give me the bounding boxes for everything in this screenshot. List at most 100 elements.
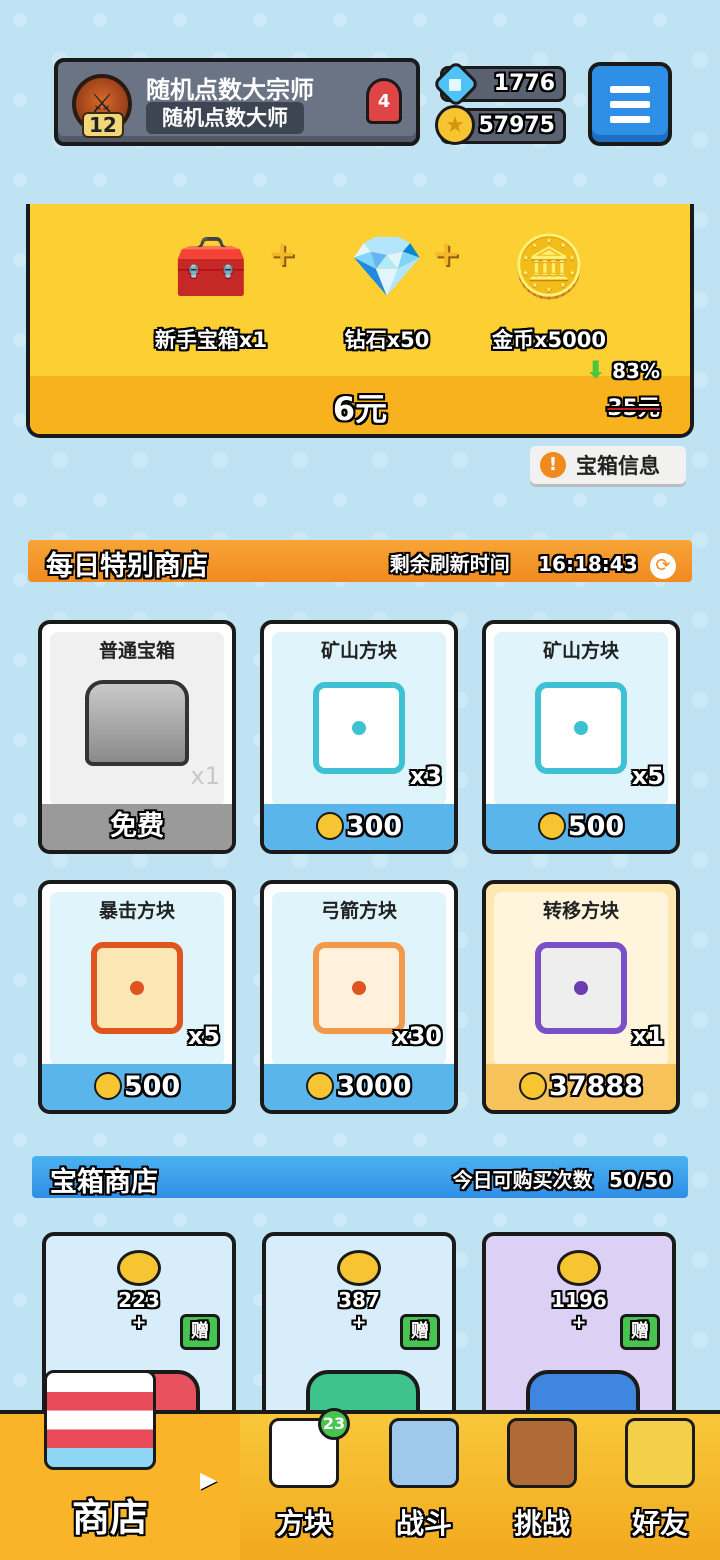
shop-card-crit-dice[interactable]: 暴击方块 x5 500 [38, 880, 236, 1114]
bottom-nav: 商店 ▶ 23 方块 战斗 挑战 好友 [0, 1370, 720, 1560]
mine-dice-icon [535, 682, 627, 774]
player-rank: 随机点数大师 [146, 102, 304, 134]
refresh-icon[interactable]: ⟳ [650, 552, 676, 579]
nav-tab-friends[interactable]: 好友 [600, 1414, 720, 1560]
card-price: 免费 [42, 804, 232, 850]
card-price-bar: 3000 [264, 1064, 454, 1110]
notification-badge: 23 [318, 1408, 350, 1440]
crit-dice-icon [91, 942, 183, 1034]
starter-pack-offer[interactable]: 🧰 新手宝箱x1 + 💎 钻石x50 + 🪙 金币x5000 6元 ⬇ 83% … [26, 204, 694, 438]
card-qty: x1 [631, 1022, 664, 1050]
hamburger-icon-line [610, 115, 650, 123]
shop-card-mine-dice-5[interactable]: 矿山方块 x5 500 [482, 620, 680, 854]
original-price: 35元 [607, 396, 660, 421]
card-qty: x1 [190, 762, 220, 790]
card-name: 弓箭方块 [320, 900, 397, 922]
pack-price: 6元 [332, 390, 388, 428]
pack-price-bar[interactable]: 6元 [30, 376, 690, 434]
level-badge: 12 [82, 112, 124, 138]
nav-label: 方块 [275, 1507, 332, 1540]
refresh-timer: 剩余刷新时间 16:18:43 ⟳ [390, 548, 676, 579]
chest-info-label: 宝箱信息 [576, 454, 660, 478]
card-qty: x5 [631, 762, 664, 790]
card-price: 300 [345, 811, 403, 842]
coin-amount: 57975 [478, 113, 555, 138]
gem-amount: 1776 [493, 71, 555, 96]
sword-shield-icon [389, 1418, 459, 1488]
refresh-label: 剩余刷新时间 [389, 552, 510, 576]
gift-badge: 赠 [180, 1314, 220, 1350]
chest-shop-header: 宝箱商店 今日可购买次数 50/50 [32, 1156, 688, 1198]
shop-card-arrow-dice[interactable]: 弓箭方块 x30 3000 [260, 880, 458, 1114]
gem-counter[interactable]: ◆ 1776 [431, 59, 566, 109]
card-price: 3000 [336, 1071, 412, 1102]
transfer-dice-icon [535, 942, 627, 1034]
coin-pile-icon [117, 1250, 161, 1286]
plus-icon: + [432, 234, 461, 274]
chest-shop-card[interactable]: 1196 + 赠 [482, 1232, 676, 1432]
profile-card[interactable]: ⚔ 12 随机点数大宗师 随机点数大师 4 [54, 58, 420, 146]
card-price: 500 [567, 811, 625, 842]
shop-card-transfer-dice[interactable]: 转移方块 x1 37888 [482, 880, 680, 1114]
purchases-label: 今日可购买次数 [452, 1168, 593, 1192]
coin-icon [93, 1071, 122, 1100]
card-name: 普通宝箱 [98, 640, 175, 662]
card-price-bar: 500 [486, 804, 676, 850]
coin-pile-icon: 🪙 [511, 231, 587, 302]
nav-label: 挑战 [513, 1507, 570, 1540]
coin-icon [537, 811, 566, 840]
gift-badge: 赠 [620, 1314, 660, 1350]
card-price-bar: 300 [264, 804, 454, 850]
coin-icon [315, 811, 344, 840]
chest-shop-card[interactable]: 387 + 赠 [262, 1232, 456, 1432]
pack-item-coins: 🪙 金币x5000 [474, 214, 624, 354]
nav-tab-dice[interactable]: 23 方块 [244, 1408, 364, 1560]
card-price: 37888 [549, 1071, 643, 1102]
pack-item-label: 金币x5000 [492, 328, 606, 352]
shop-card-mine-dice-3[interactable]: 矿山方块 x3 300 [260, 620, 458, 854]
daily-shop-header: 每日特别商店 剩余刷新时间 16:18:43 ⟳ [28, 540, 692, 582]
friend-character-icon [625, 1418, 695, 1488]
discount-percent: 83% [612, 359, 660, 383]
arrow-right-icon: ▶ [200, 1468, 217, 1493]
signpost-icon [507, 1418, 577, 1488]
arrow-dice-icon [313, 942, 405, 1034]
purchases-value: 50/50 [609, 1168, 672, 1192]
hamburger-icon-line [610, 100, 650, 108]
daily-shop-title: 每日特别商店 [46, 551, 208, 582]
nav-label: 战斗 [395, 1507, 452, 1540]
mine-dice-icon [313, 682, 405, 774]
shop-stall-icon [44, 1370, 156, 1470]
card-qty: x5 [187, 1022, 220, 1050]
rank-medal-number: 4 [377, 90, 391, 112]
rank-medal-icon[interactable]: 4 [366, 78, 402, 124]
wooden-chest-icon: 🧰 [173, 231, 249, 302]
card-qty: x30 [393, 1022, 442, 1050]
coin-pile-icon [557, 1250, 601, 1286]
shop-card-normal-chest[interactable]: 普通宝箱 x1 免费 [38, 620, 236, 854]
card-name: 暴击方块 [98, 900, 175, 922]
plus-icon: + [268, 234, 297, 274]
gift-badge: 赠 [400, 1314, 440, 1350]
purchase-limit: 今日可购买次数 50/50 [453, 1164, 672, 1193]
nav-tab-battle[interactable]: 战斗 [364, 1414, 484, 1560]
card-name: 矿山方块 [542, 640, 619, 662]
menu-button[interactable] [588, 62, 672, 146]
top-bar: ⚔ 12 随机点数大宗师 随机点数大师 4 ◆ 1776 ★ 57975 [0, 0, 720, 200]
down-arrow-icon: ⬇ [585, 356, 606, 384]
coin-icon [306, 1071, 335, 1100]
chest-info-button[interactable]: ! 宝箱信息 [530, 446, 686, 484]
card-price: 500 [123, 1071, 181, 1102]
card-price-bar: 500 [42, 1064, 232, 1110]
chest-coins: 1196 [551, 1288, 607, 1312]
card-name: 转移方块 [542, 900, 619, 922]
chest-coins: 223 [118, 1288, 160, 1312]
nav-tab-challenge[interactable]: 挑战 [484, 1414, 600, 1560]
refresh-time: 16:18:43 [538, 552, 638, 576]
coin-counter[interactable]: ★ 57975 [435, 105, 566, 145]
card-name: 矿山方块 [320, 640, 397, 662]
coin-pile-icon [337, 1250, 381, 1286]
coin-icon: ★ [435, 105, 475, 145]
nav-tab-shop[interactable]: 商店 ▶ [0, 1370, 240, 1560]
nav-label: 商店 [71, 1496, 148, 1540]
